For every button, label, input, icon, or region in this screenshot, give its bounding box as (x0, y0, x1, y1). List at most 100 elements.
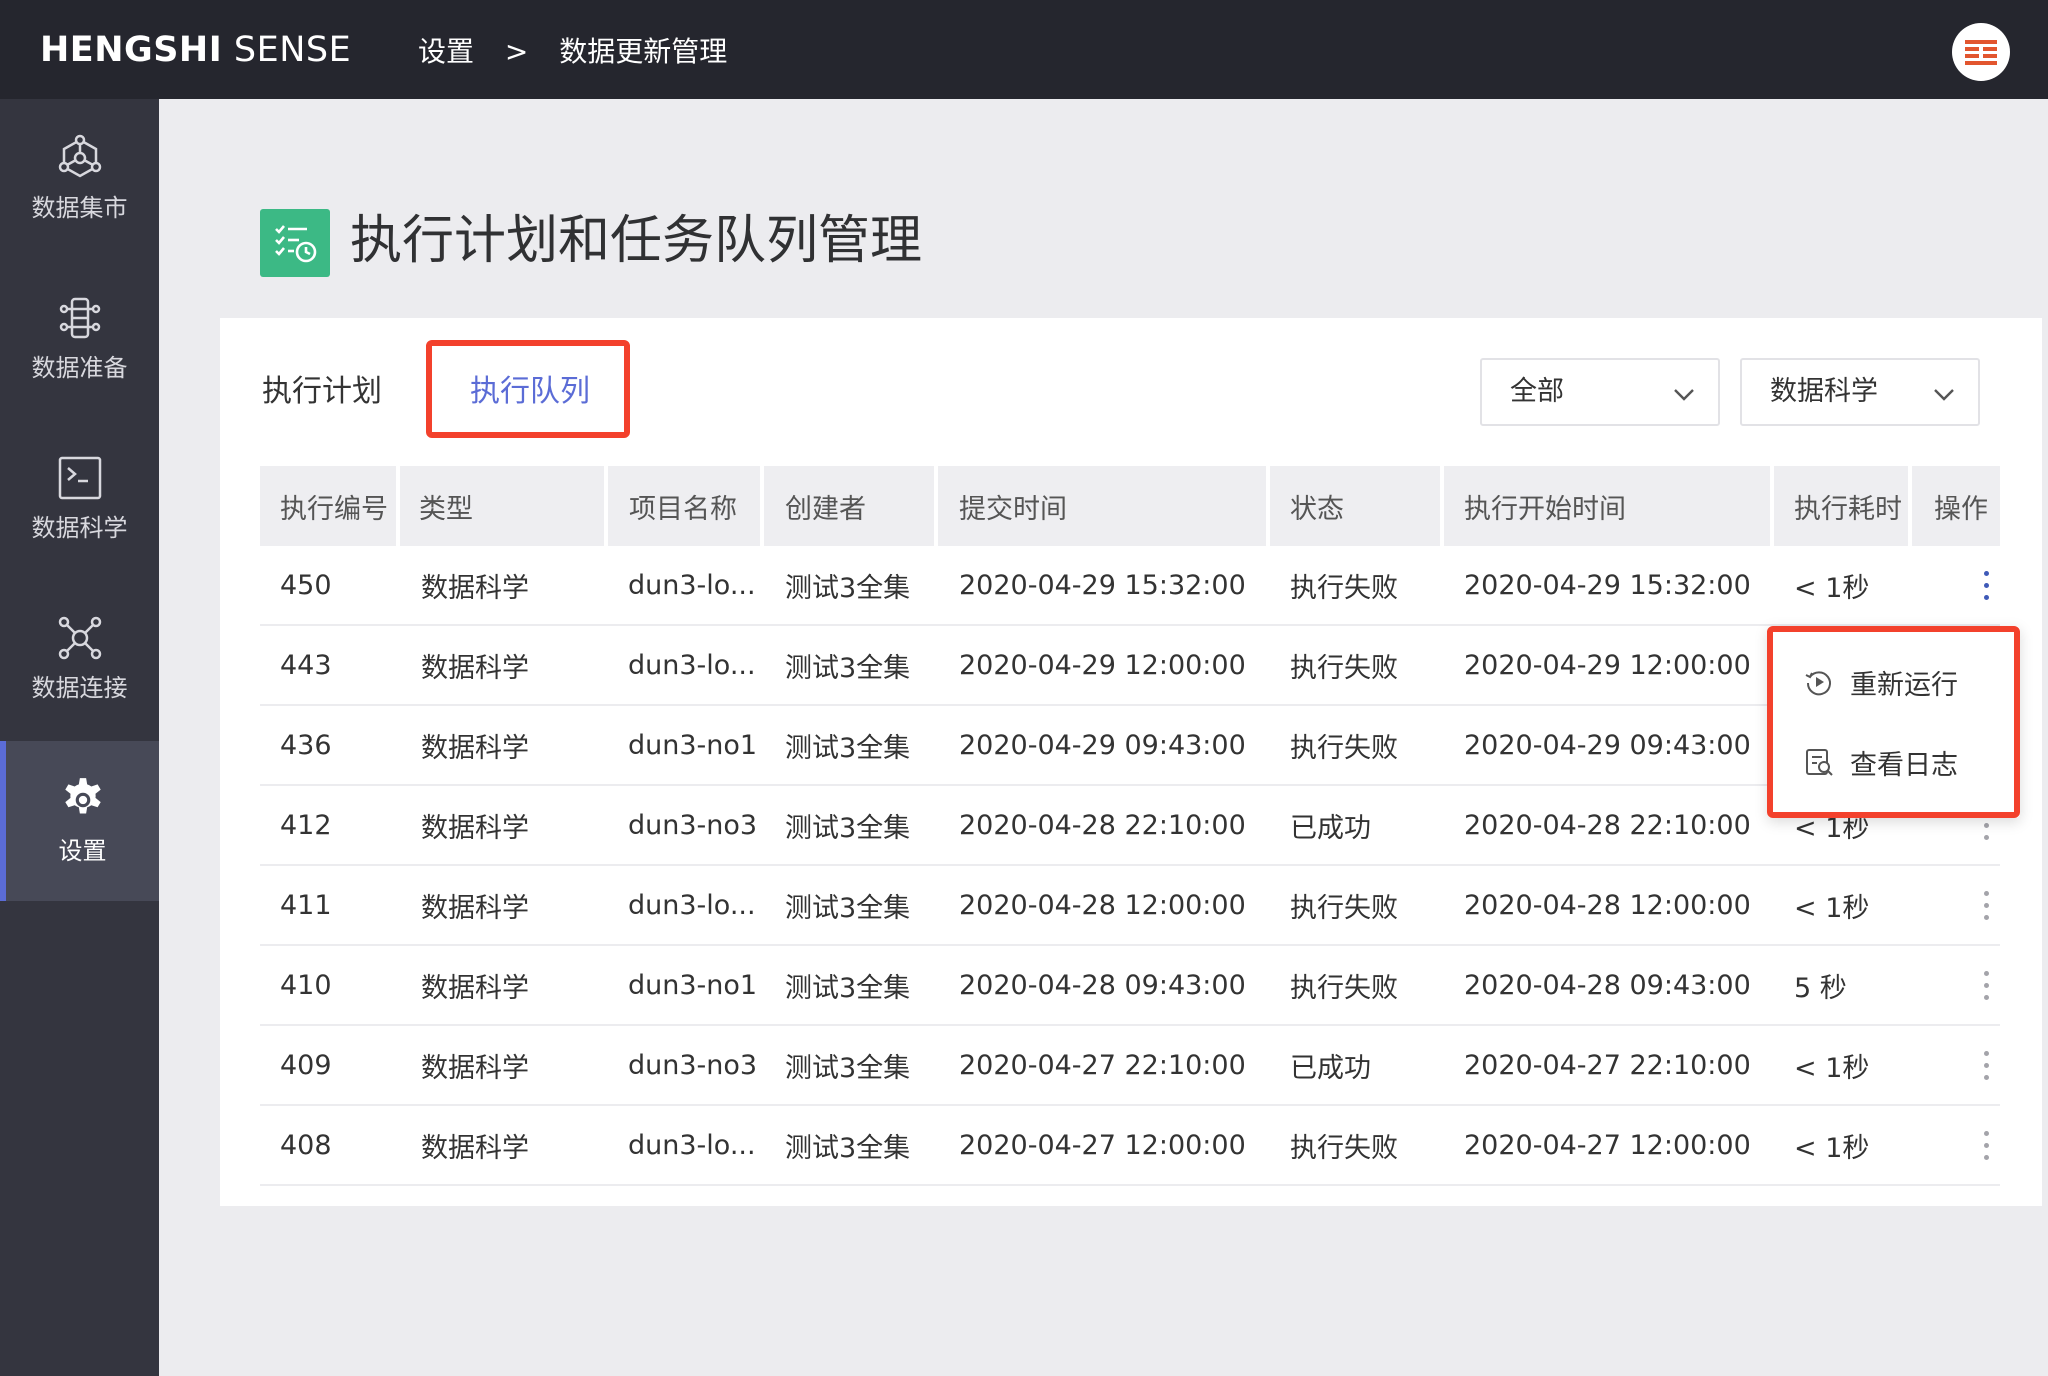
column-header[interactable]: 创建者 (764, 466, 934, 546)
breadcrumb-settings[interactable]: 设置 (418, 35, 474, 68)
column-header[interactable]: 类型 (400, 466, 604, 546)
menu-item-label: 查看日志 (1850, 749, 1958, 781)
table-cell: 2020-04-28 22:10:00 (959, 809, 1246, 841)
table-row[interactable]: 408 数据科学 dun3-lo... 测试3全集 2020-04-27 12:00:0… (260, 1106, 2000, 1186)
table-row[interactable]: 436 数据科学 dun3-no1 测试3全集 2020-04-29 09:43:00 执… (260, 706, 2000, 786)
sidebar-item-settings[interactable]: 设置 (0, 741, 159, 901)
sidebar-item-label: 数据连接 (31, 674, 128, 702)
chevron-down-icon (1674, 389, 1694, 401)
more-options-icon[interactable] (1966, 866, 2006, 944)
user-avatar[interactable] (1952, 23, 2010, 81)
table-cell: 数据科学 (421, 1132, 529, 1164)
table-cell: 2020-04-29 15:32:00 (959, 569, 1246, 601)
table-row[interactable]: 443 数据科学 dun3-lo... 测试3全集 2020-04-29 12:00:0… (260, 626, 2000, 706)
table-cell: dun3-no1 (628, 969, 758, 1001)
table-cell: 测试3全集 (785, 652, 911, 684)
table-cell: 2020-04-27 12:00:00 (1464, 1129, 1751, 1161)
sidebar: 数据集市 数据准备 数据科学 数据连接 设置 (0, 99, 159, 1376)
more-options-icon[interactable] (1966, 1106, 2006, 1184)
sidebar-item-data-prep[interactable]: 数据准备 (0, 259, 159, 419)
table-cell: 数据科学 (421, 972, 529, 1004)
table-cell: 数据科学 (421, 1052, 529, 1084)
table-cell: 测试3全集 (785, 732, 911, 764)
type-filter-value: 数据科学 (1770, 376, 1878, 407)
type-filter-select[interactable]: 数据科学 (1740, 358, 1980, 426)
sidebar-item-data-connection[interactable]: 数据连接 (0, 579, 159, 739)
column-header: 操作 (1912, 466, 2000, 546)
row-action-menu: 重新运行 查看日志 (1768, 626, 2020, 818)
menu-item-label: 重新运行 (1850, 669, 1958, 701)
column-header[interactable]: 提交时间 (938, 466, 1266, 546)
menu-item-view-log[interactable]: 查看日志 (1768, 722, 2020, 802)
table-cell: 执行失败 (1290, 972, 1398, 1004)
sidebar-item-label: 设置 (58, 837, 107, 865)
menu-item-rerun[interactable]: 重新运行 (1768, 642, 2020, 722)
table-row[interactable]: 410 数据科学 dun3-no1 测试3全集 2020-04-28 09:43:00 执… (260, 946, 2000, 1026)
data-connection-icon (58, 616, 101, 660)
table-cell: 411 (280, 889, 332, 921)
table-cell: 执行失败 (1290, 732, 1398, 764)
data-mart-icon (58, 134, 101, 178)
table-cell: 执行失败 (1290, 652, 1398, 684)
table-cell: 测试3全集 (785, 812, 911, 844)
table-cell: 409 (280, 1049, 332, 1081)
tab-execution-queue[interactable]: 执行队列 (470, 370, 590, 414)
table-cell: 2020-04-28 12:00:00 (1464, 889, 1751, 921)
table-cell: 2020-04-28 22:10:00 (1464, 809, 1751, 841)
table-cell: < 1秒 (1794, 572, 1870, 604)
column-header[interactable]: 状态 (1270, 466, 1440, 546)
table-cell: 5 秒 (1794, 972, 1847, 1004)
table-cell: 410 (280, 969, 332, 1001)
table-row[interactable]: 411 数据科学 dun3-lo... 测试3全集 2020-04-28 12:00:0… (260, 866, 2000, 946)
status-filter-value: 全部 (1510, 376, 1564, 407)
table-cell: 测试3全集 (785, 1052, 911, 1084)
status-filter-select[interactable]: 全部 (1480, 358, 1720, 426)
more-options-icon[interactable] (1966, 946, 2006, 1024)
breadcrumb-current: 数据更新管理 (559, 35, 728, 68)
tab-execution-plan[interactable]: 执行计划 (262, 370, 382, 414)
table-cell: < 1秒 (1794, 1132, 1870, 1164)
table-cell: 2020-04-28 09:43:00 (959, 969, 1246, 1001)
table-row[interactable]: 409 数据科学 dun3-no3 测试3全集 2020-04-27 22:10:00 已… (260, 1026, 2000, 1106)
breadcrumb: 设置 > 数据更新管理 (418, 32, 749, 72)
table-cell: 412 (280, 809, 332, 841)
table-cell: 执行失败 (1290, 892, 1398, 924)
table-cell: dun3-lo... (628, 889, 756, 921)
table-cell: 数据科学 (421, 572, 529, 604)
table-row[interactable]: 412 数据科学 dun3-no3 测试3全集 2020-04-28 22:10:00 已… (260, 786, 2000, 866)
table-cell: 测试3全集 (785, 972, 911, 1004)
table-cell: 数据科学 (421, 892, 529, 924)
table-cell: 2020-04-29 15:32:00 (1464, 569, 1751, 601)
table-cell: 436 (280, 729, 332, 761)
table-row[interactable]: 450 数据科学 dun3-lo... 测试3全集 2020-04-29 15:32:0… (260, 546, 2000, 626)
table-cell: 2020-04-29 12:00:00 (1464, 649, 1751, 681)
chevron-down-icon (1934, 389, 1954, 401)
breadcrumb-separator: > (504, 35, 529, 68)
column-header[interactable]: 执行耗时 (1774, 466, 1908, 546)
table-cell: < 1秒 (1794, 892, 1870, 924)
table-cell: 2020-04-27 22:10:00 (959, 1049, 1246, 1081)
data-prep-icon (59, 297, 100, 339)
table-cell: 数据科学 (421, 812, 529, 844)
column-header[interactable]: 执行开始时间 (1444, 466, 1770, 546)
sidebar-item-label: 数据准备 (31, 354, 128, 382)
table-cell: 450 (280, 569, 332, 601)
table-header: 执行编号 类型 项目名称 创建者 提交时间 状态 执行开始时间 执行耗时 操作 (0, 466, 2048, 546)
brand-logo[interactable]: HENGSHI SENSE (40, 28, 351, 73)
sidebar-item-data-mart[interactable]: 数据集市 (0, 99, 159, 259)
more-options-icon[interactable] (1966, 1026, 2006, 1104)
table-cell: 2020-04-29 09:43:00 (959, 729, 1246, 761)
table-cell: 数据科学 (421, 652, 529, 684)
column-header[interactable]: 项目名称 (608, 466, 760, 546)
column-header[interactable]: 执行编号 (260, 466, 396, 546)
table-cell: 执行失败 (1290, 1132, 1398, 1164)
user-avatar-icon (1965, 40, 1997, 65)
schedule-task-icon (260, 209, 330, 277)
table-cell: 执行失败 (1290, 572, 1398, 604)
table-cell: 测试3全集 (785, 1132, 911, 1164)
more-options-icon[interactable] (1966, 546, 2006, 624)
table-cell: 2020-04-29 09:43:00 (1464, 729, 1751, 761)
table-cell: 已成功 (1290, 1052, 1371, 1084)
table-cell: < 1秒 (1794, 1052, 1870, 1084)
table-cell: 数据科学 (421, 732, 529, 764)
